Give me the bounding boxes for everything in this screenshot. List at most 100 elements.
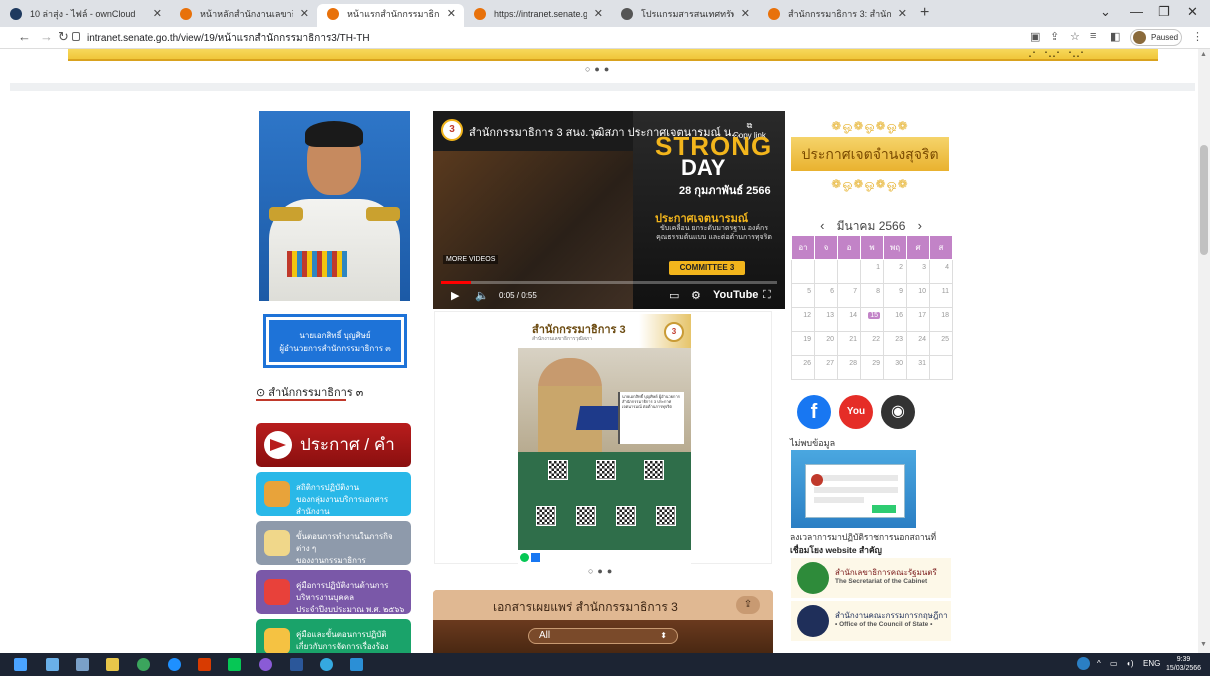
share-icon[interactable]: ⇪ bbox=[1050, 30, 1059, 43]
calendar-day[interactable]: 8 bbox=[860, 283, 884, 308]
close-tab-icon[interactable]: ✕ bbox=[898, 4, 907, 24]
start-windows-icon[interactable] bbox=[14, 658, 27, 671]
tab-committee3-active[interactable]: หน้าแรกสำนักกรรมาธิการ3 ✕ bbox=[317, 4, 464, 27]
calendar-day[interactable]: 30 bbox=[883, 355, 907, 380]
video-progress-bar[interactable] bbox=[441, 281, 777, 284]
slider-dots[interactable]: ○●● bbox=[588, 566, 616, 576]
bookmark-star-icon[interactable]: ☆ bbox=[1070, 30, 1080, 43]
tab-senate-home[interactable]: หน้าหลักสำนักงานเลขาธิการวุฒิสภา ✕ bbox=[170, 4, 317, 27]
integrity-banner[interactable]: ❁ஓ❁ஓ❁ஓ❁ ประกาศเจตจำนงสุจริต ❁ஓ❁ஓ❁ஓ❁ bbox=[791, 111, 949, 197]
tab-hr-program[interactable]: โปรแกรมสารสนเทศทรัพยากรบุคคล ✕ bbox=[611, 4, 758, 27]
fullscreen-icon[interactable]: ⛶ bbox=[763, 289, 771, 302]
network-icon[interactable]: ▭ bbox=[1110, 659, 1118, 668]
calendar-prev-icon[interactable]: ‹ bbox=[811, 218, 833, 233]
council-of-state-link[interactable]: สำนักงานคณะกรรมการกฤษฎีกา • Office of th… bbox=[791, 601, 951, 641]
tab-owncloud[interactable]: 10 ล่าสุ่ง - ไฟล์ - ownCloud ✕ bbox=[0, 4, 170, 27]
restore-icon[interactable]: ❐ bbox=[1158, 4, 1170, 20]
chrome-icon[interactable] bbox=[137, 658, 150, 671]
close-tab-icon[interactable]: ✕ bbox=[594, 4, 603, 24]
tab-intranet[interactable]: https://intranet.senate.go.th/view/ ✕ bbox=[464, 4, 611, 27]
volume-icon[interactable]: 🔈 bbox=[475, 289, 489, 302]
documents-filter-select[interactable]: All ⬍ bbox=[528, 628, 678, 644]
slider-dots[interactable]: ○●● bbox=[585, 64, 613, 74]
tab-search-icon[interactable]: ⌄ bbox=[1100, 4, 1111, 20]
youtube-logo[interactable]: YouTube bbox=[713, 289, 758, 301]
youtube-icon[interactable]: You bbox=[839, 395, 873, 429]
scroll-thumb[interactable] bbox=[1200, 145, 1208, 255]
cabinet-secretariat-link[interactable]: สำนักเลขาธิการคณะรัฐมนตรี The Secretaria… bbox=[791, 558, 951, 598]
calendar-day[interactable]: 31 bbox=[906, 355, 930, 380]
calendar-day[interactable]: 28 bbox=[837, 355, 861, 380]
calendar-day[interactable]: 29 bbox=[860, 355, 884, 380]
calendar-day[interactable]: 25 bbox=[929, 331, 953, 356]
news-poster[interactable]: สำนักกรรมาธิการ 3 สำนักงานเลขาธิการวุฒิส… bbox=[518, 314, 691, 565]
page-scrollbar[interactable]: ▲ ▼ bbox=[1198, 49, 1210, 653]
media-icon[interactable] bbox=[259, 658, 272, 671]
menu-hr-manual-button[interactable]: คู่มือการปฏิบัติงานด้านการบริหารงานบุคคล… bbox=[256, 570, 411, 614]
calendar-day[interactable]: 26 bbox=[791, 355, 815, 380]
calendar-day[interactable]: 24 bbox=[906, 331, 930, 356]
back-icon[interactable]: ← bbox=[18, 29, 31, 44]
calendar-day[interactable]: 15 bbox=[860, 307, 884, 332]
close-window-icon[interactable]: ✕ bbox=[1187, 4, 1198, 20]
calendar-day[interactable]: 19 bbox=[791, 331, 815, 356]
translate-icon[interactable]: ▣ bbox=[1030, 30, 1040, 43]
calendar-day[interactable]: 23 bbox=[883, 331, 907, 356]
calendar-day[interactable]: 5 bbox=[791, 283, 815, 308]
play-icon[interactable]: ▶ bbox=[451, 289, 459, 302]
file-explorer-icon[interactable] bbox=[106, 658, 119, 671]
share-icon[interactable]: ⇪ bbox=[736, 596, 760, 614]
calendar-day[interactable]: 14 bbox=[837, 307, 861, 332]
reload-icon[interactable]: ↻ bbox=[58, 29, 69, 45]
news-slider[interactable]: สำนักกรรมาธิการ 3 สำนักงานเลขาธิการวุฒิส… bbox=[434, 311, 772, 565]
profile-paused-button[interactable]: Paused bbox=[1130, 29, 1182, 46]
calendar-day[interactable]: 16 bbox=[883, 307, 907, 332]
close-tab-icon[interactable]: ✕ bbox=[741, 4, 750, 24]
calendar-day[interactable]: 20 bbox=[814, 331, 838, 356]
calendar-day[interactable]: 1 bbox=[860, 259, 884, 284]
reading-list-icon[interactable]: ≡ bbox=[1090, 30, 1096, 42]
line-app-icon[interactable] bbox=[228, 658, 241, 671]
tray-app-icon[interactable] bbox=[1077, 657, 1090, 670]
calendar-next-icon[interactable]: › bbox=[909, 218, 931, 233]
calendar-day[interactable]: 21 bbox=[837, 331, 861, 356]
forward-icon[interactable]: → bbox=[40, 29, 53, 44]
calendar-day[interactable]: 6 bbox=[814, 283, 838, 308]
new-tab-icon[interactable]: + bbox=[920, 4, 929, 22]
remote-checkin-link[interactable]: ลงเวลาการมาปฏิบัติราชการนอกสถานที่ bbox=[790, 530, 936, 544]
minimize-icon[interactable]: — bbox=[1130, 4, 1143, 19]
calendar-day[interactable]: 22 bbox=[860, 331, 884, 356]
close-tab-icon[interactable]: ✕ bbox=[300, 4, 309, 24]
scroll-up-icon[interactable]: ▲ bbox=[1200, 51, 1207, 58]
powerpoint-icon[interactable] bbox=[198, 658, 211, 671]
language-indicator[interactable]: ENG bbox=[1143, 659, 1160, 668]
calendar-day[interactable]: 7 bbox=[837, 283, 861, 308]
word-icon[interactable] bbox=[290, 658, 303, 671]
taskview-icon[interactable] bbox=[46, 658, 59, 671]
calendar-day[interactable]: 11 bbox=[929, 283, 953, 308]
calendar-day[interactable]: 12 bbox=[791, 307, 815, 332]
more-videos-button[interactable]: MORE VIDEOS bbox=[443, 255, 499, 264]
remote-checkin-image[interactable] bbox=[791, 450, 916, 528]
calendar-day[interactable]: 4 bbox=[929, 259, 953, 284]
tab-committee3-2[interactable]: สำนักกรรมาธิการ 3: สำนักกรรมาธิการ ✕ bbox=[758, 4, 915, 27]
calendar-day[interactable]: 27 bbox=[814, 355, 838, 380]
calendar-day[interactable]: 2 bbox=[883, 259, 907, 284]
settings-gear-icon[interactable]: ⚙ bbox=[691, 289, 701, 302]
facebook-icon[interactable]: f bbox=[797, 395, 831, 429]
menu-statistics-button[interactable]: สถิติการปฏิบัติงาน ของกลุ่มงานบริการเอกส… bbox=[256, 472, 411, 516]
kebab-menu-icon[interactable]: ⋮ bbox=[1192, 30, 1203, 43]
edge-icon[interactable] bbox=[168, 658, 181, 671]
menu-complaints-button[interactable]: คู่มือและขั้นตอนการปฏิบัติ เกี่ยวกับการจ… bbox=[256, 619, 411, 653]
channel-avatar[interactable]: 3 bbox=[441, 119, 463, 141]
calendar-day[interactable]: 13 bbox=[814, 307, 838, 332]
calendar-day[interactable]: 18 bbox=[929, 307, 953, 332]
address-bar[interactable]: intranet.senate.go.th/view/19/หน้าแรกสำน… bbox=[87, 31, 370, 46]
speaker-icon[interactable]: ◖) bbox=[1126, 659, 1134, 668]
calendar-day[interactable]: 9 bbox=[883, 283, 907, 308]
calendar-day[interactable]: 17 bbox=[906, 307, 930, 332]
channel-icon[interactable]: ◉ bbox=[881, 395, 915, 429]
calendar-day[interactable]: 3 bbox=[906, 259, 930, 284]
menu-procedures-button[interactable]: ขั้นตอนการทำงานในภารกิจต่าง ๆ ของงานกรรม… bbox=[256, 521, 411, 565]
close-tab-icon[interactable]: ✕ bbox=[153, 4, 162, 24]
